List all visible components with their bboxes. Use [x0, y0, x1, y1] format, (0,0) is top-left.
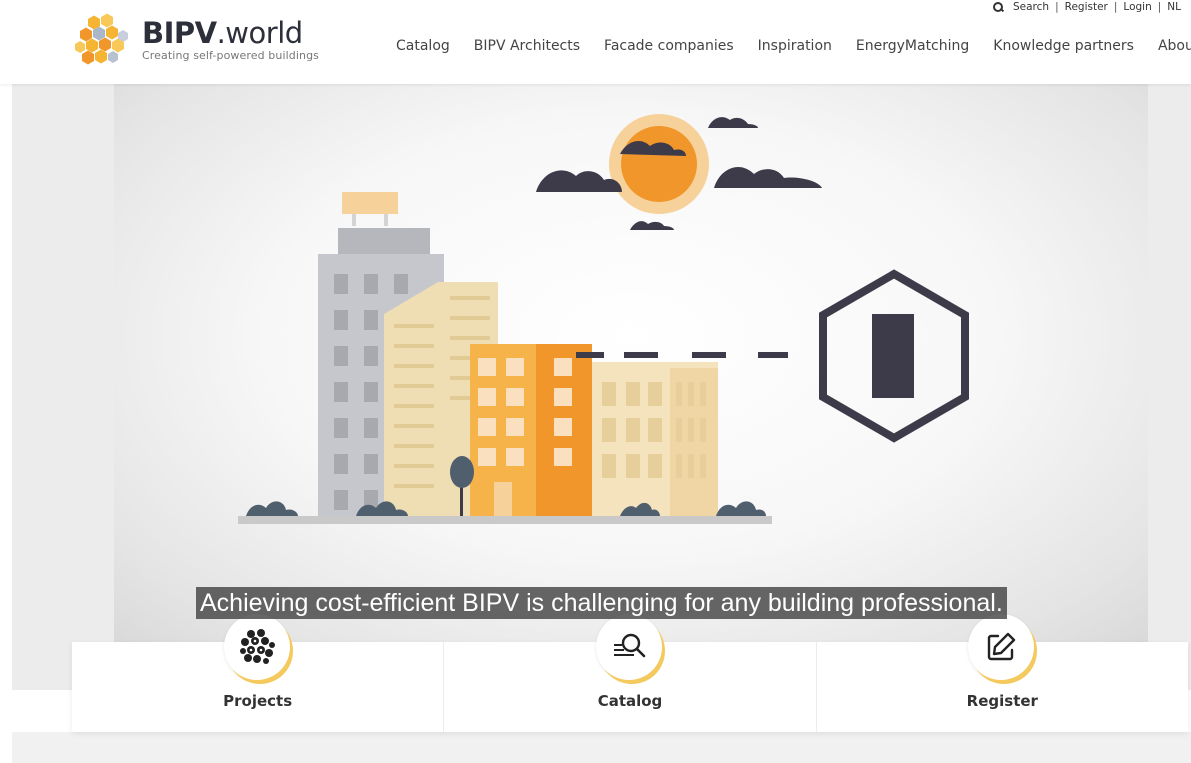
card-register[interactable]: Register: [817, 614, 1188, 732]
rooftop-sign: [342, 192, 398, 214]
brand-name-bold: BIPV: [142, 16, 217, 50]
language-nl-link[interactable]: NL: [1167, 1, 1181, 13]
search-icon[interactable]: [993, 1, 1004, 13]
projects-hexagon-icon-graphic: [239, 629, 275, 664]
nav-item-catalog[interactable]: Catalog: [396, 38, 450, 54]
register-link[interactable]: Register: [1065, 1, 1108, 13]
nav-item-inspiration[interactable]: Inspiration: [758, 38, 832, 54]
nav-item-knowledge-partners[interactable]: Knowledge partners: [993, 38, 1134, 54]
nav-item-energymatching[interactable]: EnergyMatching: [856, 38, 969, 54]
orange-building-door: [494, 482, 512, 516]
brand-name: BIPV.world: [142, 18, 319, 48]
tower-top: [338, 228, 430, 256]
nav-item-facade-companies[interactable]: Facade companies: [604, 38, 734, 54]
tree-crown: [450, 456, 474, 488]
sign-post: [352, 214, 356, 226]
bush: [716, 501, 766, 516]
cloud: [708, 117, 758, 128]
card-label-register: Register: [966, 692, 1038, 710]
card-label-catalog: Catalog: [597, 692, 663, 710]
bottom-band: [12, 732, 1191, 763]
card-catalog[interactable]: Catalog: [444, 614, 817, 732]
bush: [246, 501, 298, 516]
cloud: [714, 166, 822, 188]
brand-tagline: Creating self-powered buildings: [142, 49, 319, 62]
search-link[interactable]: Search: [1013, 1, 1049, 13]
connector-dashes: [576, 352, 788, 358]
edit-icon[interactable]: [968, 614, 1035, 680]
card-projects[interactable]: Projects: [72, 614, 445, 732]
site-header: BIPV.world Creating self-powered buildin…: [0, 0, 1191, 84]
brand-logo[interactable]: BIPV.world Creating self-powered buildin…: [72, 10, 332, 70]
edit-icon-graphic: [988, 632, 1016, 661]
city-illustration: [238, 114, 969, 524]
card-label-projects: Projects: [223, 692, 293, 710]
nav-item-about-us[interactable]: About us: [1158, 38, 1191, 54]
brand-name-rest: .world: [216, 16, 304, 50]
solar-panel: [872, 314, 914, 398]
cloud: [630, 221, 674, 230]
separator: |: [1157, 1, 1162, 13]
hero-video[interactable]: [114, 84, 1148, 644]
utility-bar: Search | Register | Login | NL: [993, 1, 1181, 13]
catalog-search-icon-graphic: [613, 633, 646, 658]
ground-line: [238, 516, 772, 524]
projects-hexagon-icon[interactable]: [223, 614, 290, 680]
login-link[interactable]: Login: [1123, 1, 1151, 13]
logo-hexagon-cluster-icon: [75, 13, 128, 65]
separator: |: [1055, 1, 1059, 13]
separator: |: [1113, 1, 1118, 13]
nav-item-bipv-architects[interactable]: BIPV Architects: [474, 38, 580, 54]
main-nav: Catalog BIPV Architects Facade companies…: [396, 38, 1191, 54]
video-caption: Achieving cost-efficient BIPV is challen…: [196, 587, 1007, 619]
quick-links: Projects Catalog Register: [72, 614, 1188, 732]
catalog-search-icon[interactable]: [595, 614, 662, 680]
sun: [621, 126, 697, 202]
cloud: [536, 170, 622, 192]
sign-post: [384, 214, 388, 226]
